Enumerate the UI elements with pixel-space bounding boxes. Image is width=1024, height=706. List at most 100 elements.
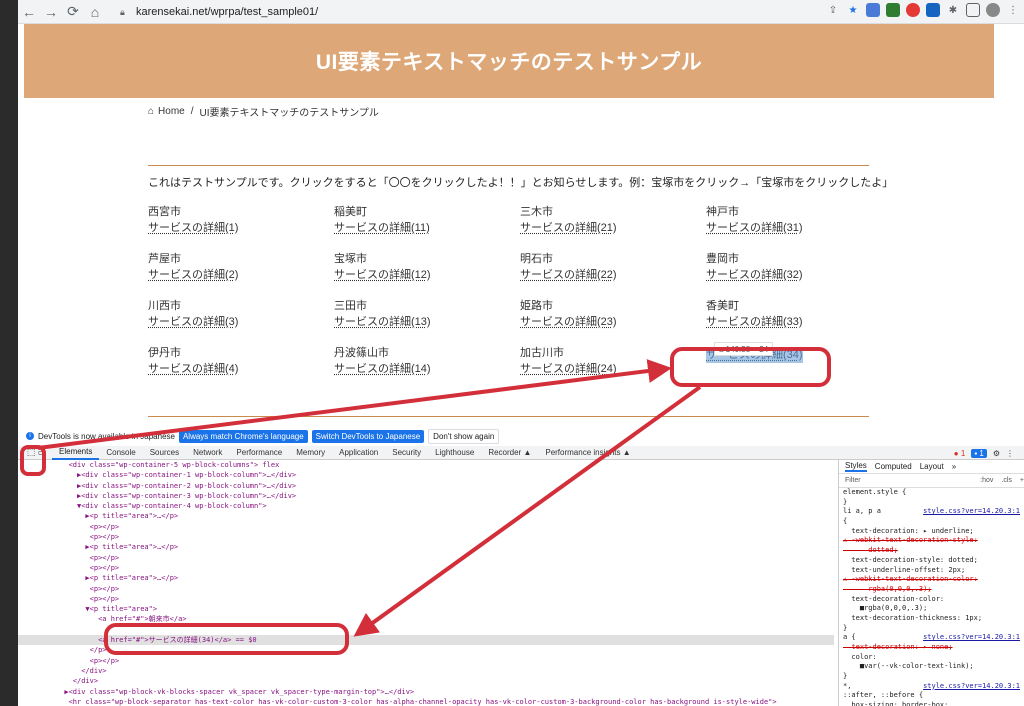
dom-node-line[interactable]: ▶<p title="area">…</p> — [18, 573, 834, 583]
dom-node-line[interactable]: </div> — [18, 676, 834, 686]
city-link[interactable]: 姫路市 — [520, 298, 700, 314]
city-link[interactable]: 宝塚市 — [334, 251, 514, 267]
city-link[interactable]: 伊丹市 — [148, 345, 328, 361]
dom-node-line[interactable]: ▼<p title="area"> — [18, 604, 834, 614]
service-detail-link[interactable]: サービスの詳細(13) — [334, 314, 514, 330]
inspect-element-icon[interactable]: ⬚ — [24, 446, 38, 460]
extension-icon[interactable] — [886, 3, 900, 17]
language-button[interactable]: Always match Chrome's language — [178, 429, 308, 443]
dom-node-line[interactable]: <hr class="wp-block-separator has-text-c… — [18, 697, 834, 706]
city-link[interactable]: 豊岡市 — [706, 251, 886, 267]
dom-node-line[interactable]: ▶<p title="area">…</p> — [18, 511, 834, 521]
breadcrumb-home[interactable]: Home — [158, 106, 185, 117]
address-bar[interactable]: 🔒︎ karensekai.net/wprpa/test_sample01/ — [110, 2, 814, 22]
dom-node-line[interactable]: </div> — [18, 666, 834, 676]
service-detail-link[interactable]: サービスの詳細(4) — [148, 361, 328, 377]
dom-node-line[interactable]: ▶<p title="area">…</p> — [18, 542, 834, 552]
extension-icon[interactable] — [866, 3, 880, 17]
service-detail-link[interactable]: サービスの詳細(11) — [334, 220, 514, 236]
devtools-tab[interactable]: Network — [186, 446, 229, 460]
device-toolbar-icon[interactable]: ▭ — [38, 448, 52, 457]
dom-node-line[interactable]: ▼<div class="wp-container-4 wp-block-col… — [18, 501, 834, 511]
city-link[interactable]: 香美町 — [706, 298, 886, 314]
devtools-tab[interactable]: Security — [385, 446, 428, 460]
dom-node-line[interactable]: ▶<div class="wp-container-1 wp-block-col… — [18, 470, 834, 480]
cls-toggle[interactable]: .cls — [1001, 477, 1012, 484]
bookmark-star-icon[interactable]: ★ — [846, 3, 860, 17]
service-detail-link[interactable]: サービスの詳細(31) — [706, 220, 886, 236]
share-icon[interactable]: ⇪ — [826, 3, 840, 17]
sidepanel-icon[interactable] — [966, 3, 980, 17]
service-detail-link[interactable]: サービスの詳細(1) — [148, 220, 328, 236]
service-detail-link[interactable]: サービスの詳細(21) — [520, 220, 700, 236]
dom-node-line[interactable]: </p> — [18, 645, 834, 655]
styles-tab[interactable]: Layout — [920, 462, 944, 471]
devtools-tab[interactable]: Performance — [229, 446, 289, 460]
more-icon[interactable]: ⋮ — [1006, 449, 1014, 458]
settings-gear-icon[interactable]: ⚙ — [993, 449, 1000, 458]
elements-panel[interactable]: <div class="wp-container-5 wp-block-colu… — [18, 460, 834, 706]
city-link[interactable]: 加古川市 — [520, 345, 700, 361]
city-link[interactable]: 芦屋市 — [148, 251, 328, 267]
service-detail-link[interactable]: サービスの詳細(22) — [520, 267, 700, 283]
devtools-tab[interactable]: Recorder ▲ — [481, 446, 538, 460]
service-detail-link[interactable]: サービスの詳細(14) — [334, 361, 514, 377]
styles-tab[interactable]: Styles — [845, 461, 867, 472]
dom-node-line[interactable]: ▶<div class="wp-container-2 wp-block-col… — [18, 481, 834, 491]
city-link[interactable]: 稲美町 — [334, 204, 514, 220]
dom-node-line[interactable]: ▶<div class="wp-block-vk-blocks-spacer v… — [18, 687, 834, 697]
reload-icon[interactable]: ⟳ — [62, 1, 84, 23]
dom-node-line[interactable]: <p></p> — [18, 553, 834, 563]
city-link[interactable]: 明石市 — [520, 251, 700, 267]
menu-icon[interactable]: ⋮ — [1006, 3, 1020, 17]
city-link[interactable]: 丹波篠山市 — [334, 345, 514, 361]
dom-node-line[interactable]: <p></p> — [18, 563, 834, 573]
stylesheet-link[interactable]: style.css?ver=14.20.3:1 — [923, 507, 1024, 517]
city-link[interactable]: 川西市 — [148, 298, 328, 314]
service-detail-link[interactable]: サービスの詳細(32) — [706, 267, 886, 283]
styles-tab[interactable]: Computed — [875, 462, 912, 471]
forward-icon[interactable]: → — [40, 1, 62, 23]
home-icon[interactable]: ⌂ — [84, 1, 106, 23]
dom-node-line[interactable]: <p></p> — [18, 656, 834, 666]
devtools-tab[interactable]: Sources — [143, 446, 186, 460]
dom-node-line[interactable]: ▶<div class="wp-container-3 wp-block-col… — [18, 491, 834, 501]
devtools-tab[interactable]: Elements — [52, 446, 100, 460]
service-detail-link[interactable]: サービスの詳細(12) — [334, 267, 514, 283]
service-detail-link[interactable]: サービスの詳細(23) — [520, 314, 700, 330]
service-detail-link[interactable]: サービスの詳細(2) — [148, 267, 328, 283]
city-link[interactable]: 三田市 — [334, 298, 514, 314]
dom-node-line[interactable]: <p></p> — [18, 584, 834, 594]
puzzle-icon[interactable]: ✱ — [946, 3, 960, 17]
service-detail-link[interactable]: サービスの詳細(24) — [520, 361, 700, 377]
devtools-tab[interactable]: Application — [332, 446, 385, 460]
service-detail-link[interactable]: サービスの詳細(33) — [706, 314, 886, 330]
dom-node-line[interactable]: <p></p> — [18, 532, 834, 542]
hov-toggle[interactable]: :hov — [980, 477, 993, 484]
devtools-tab[interactable]: Memory — [289, 446, 332, 460]
new-rule-button[interactable]: + — [1020, 477, 1024, 484]
city-link[interactable]: 三木市 — [520, 204, 700, 220]
switch-language-button[interactable]: Switch DevTools to Japanese — [311, 429, 425, 443]
devtools-tab[interactable]: Console — [99, 446, 142, 460]
error-badge[interactable]: ● 1 — [954, 449, 966, 458]
stylesheet-link[interactable]: style.css?ver=14.20.3:1 — [923, 682, 1024, 692]
city-link[interactable]: 神戸市 — [706, 204, 886, 220]
stylesheet-link[interactable]: style.css?ver=14.20.3:1 — [923, 633, 1024, 643]
city-link[interactable]: 西宮市 — [148, 204, 328, 220]
dom-node-line[interactable]: <p></p> — [18, 594, 834, 604]
dismiss-button[interactable]: Don't show again — [428, 428, 500, 444]
extension-icon[interactable] — [906, 3, 920, 17]
dom-node-line[interactable]: <p></p> — [18, 522, 834, 532]
styles-tab[interactable]: » — [952, 462, 956, 471]
back-icon[interactable]: ← — [18, 1, 40, 23]
message-badge[interactable]: ▪ 1 — [971, 448, 987, 458]
dom-node-line[interactable]: <div class="wp-container-5 wp-block-colu… — [18, 460, 834, 470]
styles-filter-input[interactable]: Filter — [845, 477, 972, 484]
service-detail-link[interactable]: サービスの詳細(3) — [148, 314, 328, 330]
dom-node-line[interactable]: <a href="#">朝来市</a> — [18, 614, 834, 624]
avatar[interactable] — [986, 3, 1000, 17]
dom-node-line[interactable]: <a href="#">サービスの詳細(34)</a> == $0 — [18, 635, 834, 646]
devtools-tab[interactable]: Performance insights ▲ — [538, 446, 637, 460]
extension-icon[interactable] — [926, 3, 940, 17]
